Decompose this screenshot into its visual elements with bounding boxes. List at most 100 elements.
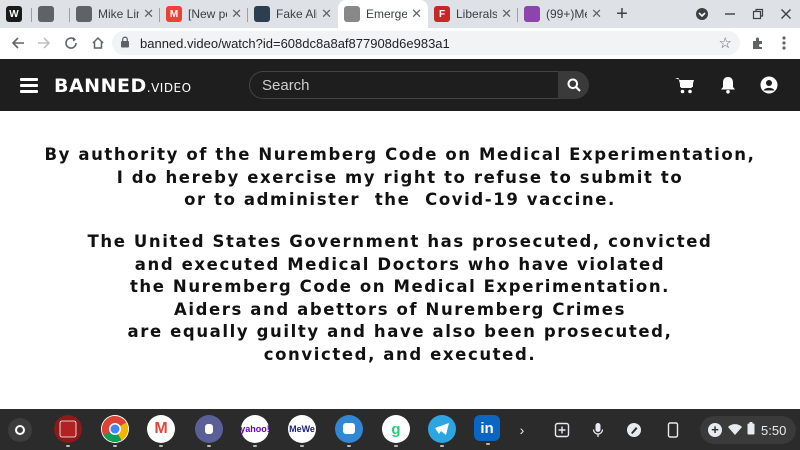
tab-close-icon[interactable]: ✕ — [231, 6, 242, 22]
tab-title: Emerger — [366, 7, 408, 21]
text-line: By authority of the Nuremberg Code on Me… — [44, 145, 756, 164]
tab-title: (99+)Me — [546, 7, 588, 21]
browser-tab[interactable]: M [New po ✕ — [160, 0, 248, 28]
browser-tab[interactable]: F Liberals ✕ — [428, 0, 518, 28]
search-input[interactable] — [249, 71, 558, 99]
running-indicator — [347, 445, 351, 447]
browser-tab[interactable]: Mike Lin ✕ — [70, 0, 160, 28]
browser-toolbar: banned.video/watch?id=608dc8a8af877908d6… — [0, 28, 800, 58]
text-line: convicted, and executed. — [263, 344, 537, 364]
shelf-app-chrome[interactable] — [101, 415, 129, 447]
extensions-icon[interactable] — [744, 29, 772, 57]
browser-tab[interactable]: Fake Ali ✕ — [248, 0, 338, 28]
dots-color-icon — [524, 6, 540, 22]
tab-close-icon[interactable]: ✕ — [591, 6, 602, 22]
dots-icon — [344, 6, 360, 22]
forward-button[interactable] — [30, 29, 58, 57]
restore-icon[interactable] — [744, 0, 772, 28]
shelf-app-gab[interactable]: g — [382, 415, 410, 447]
stylus-icon[interactable] — [623, 419, 645, 441]
tab-close-icon[interactable]: ✕ — [143, 6, 154, 22]
microphone-icon[interactable] — [587, 419, 609, 441]
search-icon — [567, 78, 581, 92]
browser-tab[interactable]: W — [0, 0, 32, 28]
tab-title: [New po — [188, 7, 227, 21]
shelf-app-gmail[interactable]: M — [147, 415, 175, 447]
status-area[interactable]: + 5:50 — [700, 416, 796, 444]
f-logo-icon: F — [434, 6, 450, 22]
close-window-icon[interactable] — [772, 0, 800, 28]
text-line: are equally guilty and have also been pr… — [127, 322, 673, 341]
text-line: and executed Medical Doctors who have vi… — [134, 254, 666, 274]
shelf-app-linkedin[interactable]: in — [474, 415, 500, 445]
text-line: Aiders and abettors of Nuremberg Crimes — [173, 299, 627, 319]
notifications-bell-icon[interactable] — [717, 75, 739, 95]
running-indicator — [113, 445, 117, 447]
text-line: The United States Government has prosecu… — [87, 232, 713, 251]
bookmark-star-icon[interactable]: ☆ — [719, 34, 732, 52]
paragraph-prosecution: The United States Government has prosecu… — [0, 231, 800, 366]
running-indicator — [300, 445, 304, 447]
phone-hub-icon[interactable] — [662, 419, 684, 441]
tab-close-icon[interactable]: ✕ — [411, 6, 422, 22]
running-indicator — [159, 445, 163, 447]
account-icon[interactable] — [758, 75, 780, 95]
home-button[interactable] — [84, 29, 112, 57]
battery-icon — [747, 422, 755, 438]
tab-strip: WMike Lin✕M[New po✕Fake Ali✕Emerger✕FLib… — [0, 0, 800, 28]
menu-kebab-icon[interactable] — [770, 29, 798, 57]
cart-icon[interactable] — [674, 75, 696, 95]
running-indicator — [207, 445, 211, 447]
new-tab-button[interactable]: + — [608, 0, 636, 28]
shelf-app-book[interactable] — [54, 415, 82, 447]
wifi-icon — [728, 423, 742, 438]
text-line: or to administer the Covid-19 vaccine. — [184, 190, 616, 209]
site-logo[interactable]: BANNED.VIDEO — [54, 75, 192, 97]
text-line: I do hereby exercise my right to refuse … — [116, 167, 684, 187]
running-indicator — [253, 445, 257, 447]
running-indicator — [394, 445, 398, 447]
shelf-app-signal[interactable] — [195, 415, 223, 447]
tab-close-icon[interactable]: ✕ — [501, 6, 512, 22]
globe-icon — [76, 6, 92, 22]
minimize-icon[interactable] — [716, 0, 744, 28]
back-button[interactable] — [4, 29, 32, 57]
system-shelf: › + 5:50 Myahoo! MeWe g in — [0, 409, 800, 450]
shelf-app-mewe[interactable]: MeWe — [288, 415, 316, 447]
gmail-icon: M — [166, 6, 182, 22]
tab-title: Liberals — [456, 7, 498, 21]
tab-close-icon[interactable]: ✕ — [321, 6, 332, 22]
site-header: BANNED.VIDEO — [0, 59, 800, 111]
video-thumbnail-icon — [254, 6, 270, 22]
shelf-app-mastodon[interactable] — [335, 415, 363, 447]
screenshot-icon[interactable] — [551, 419, 573, 441]
shelf-app-telegram[interactable] — [428, 415, 456, 447]
logo-suffix-text: .VIDEO — [146, 81, 192, 95]
shelf-app-yahoo[interactable]: yahoo! — [240, 415, 270, 447]
search-button[interactable] — [558, 71, 589, 99]
paragraph-refusal: By authority of the Nuremberg Code on Me… — [0, 144, 800, 212]
add-circle-icon: + — [708, 423, 722, 437]
video-content-area: By authority of the Nuremberg Code on Me… — [0, 111, 800, 409]
text-line: the Nuremberg Code on Medical Experiment… — [129, 277, 671, 296]
overflow-chevron-icon[interactable]: › — [511, 419, 533, 441]
running-indicator — [440, 445, 444, 447]
hamburger-menu-icon[interactable] — [20, 78, 38, 93]
running-indicator — [66, 445, 70, 447]
url-text: banned.video/watch?id=608dc8a8af877908d6… — [140, 35, 450, 51]
browser-tab[interactable] — [32, 0, 70, 28]
clock-text: 5:50 — [761, 422, 787, 438]
address-bar[interactable]: banned.video/watch?id=608dc8a8af877908d6… — [112, 31, 740, 55]
w-logo-icon: W — [6, 6, 22, 22]
reload-button[interactable] — [57, 29, 85, 57]
launcher-button[interactable] — [8, 418, 32, 442]
lock-icon — [120, 36, 134, 51]
tab-title: Fake Ali — [276, 7, 318, 21]
tab-search-icon[interactable] — [688, 0, 716, 28]
tab-title: Mike Lin — [98, 7, 140, 21]
search-box — [249, 71, 589, 99]
browser-tab[interactable]: (99+)Me ✕ — [518, 0, 608, 28]
logo-main-text: BANNED — [54, 75, 147, 97]
running-indicator — [486, 443, 490, 445]
browser-tab[interactable]: Emerger✕ — [338, 0, 428, 28]
